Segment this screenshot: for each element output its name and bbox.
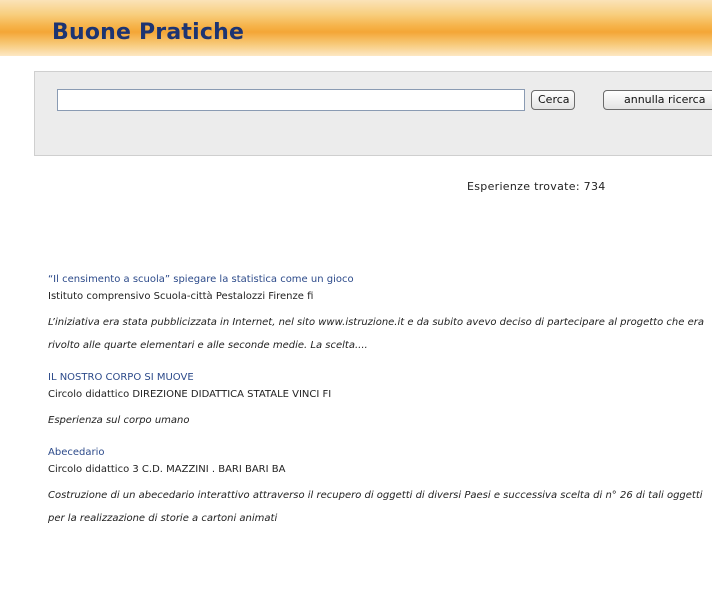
list-item: “Il censimento a scuola” spiegare la sta…	[48, 273, 708, 357]
page-header: Buone Pratiche	[0, 0, 712, 56]
result-title-link[interactable]: “Il censimento a scuola” spiegare la sta…	[48, 273, 708, 287]
result-organization: Circolo didattico DIREZIONE DIDATTICA ST…	[48, 389, 332, 400]
result-description: L’iniziativa era stata pubblicizzata in …	[48, 317, 704, 351]
result-title-link[interactable]: IL NOSTRO CORPO SI MUOVE	[48, 371, 708, 385]
search-input[interactable]	[57, 89, 525, 111]
cancel-search-button[interactable]: annulla ricerca	[603, 90, 712, 110]
results-count: Esperienze trovate: 734	[467, 180, 606, 193]
list-item: IL NOSTRO CORPO SI MUOVE Circolo didatti…	[48, 371, 708, 432]
result-description: Costruzione di un abecedario interattivo…	[48, 490, 703, 524]
page-title: Buone Pratiche	[52, 20, 245, 45]
search-button[interactable]: Cerca	[531, 90, 575, 110]
result-title-link[interactable]: Abecedario	[48, 446, 708, 460]
search-panel: Cerca annulla ricerca	[34, 71, 712, 156]
result-description: Esperienza sul corpo umano	[48, 415, 190, 426]
list-item: Abecedario Circolo didattico 3 C.D. MAZZ…	[48, 446, 708, 530]
results-list: “Il censimento a scuola” spiegare la sta…	[48, 273, 708, 530]
result-organization: Istituto comprensivo Scuola-città Pestal…	[48, 291, 314, 302]
result-organization: Circolo didattico 3 C.D. MAZZINI . BARI …	[48, 464, 286, 475]
